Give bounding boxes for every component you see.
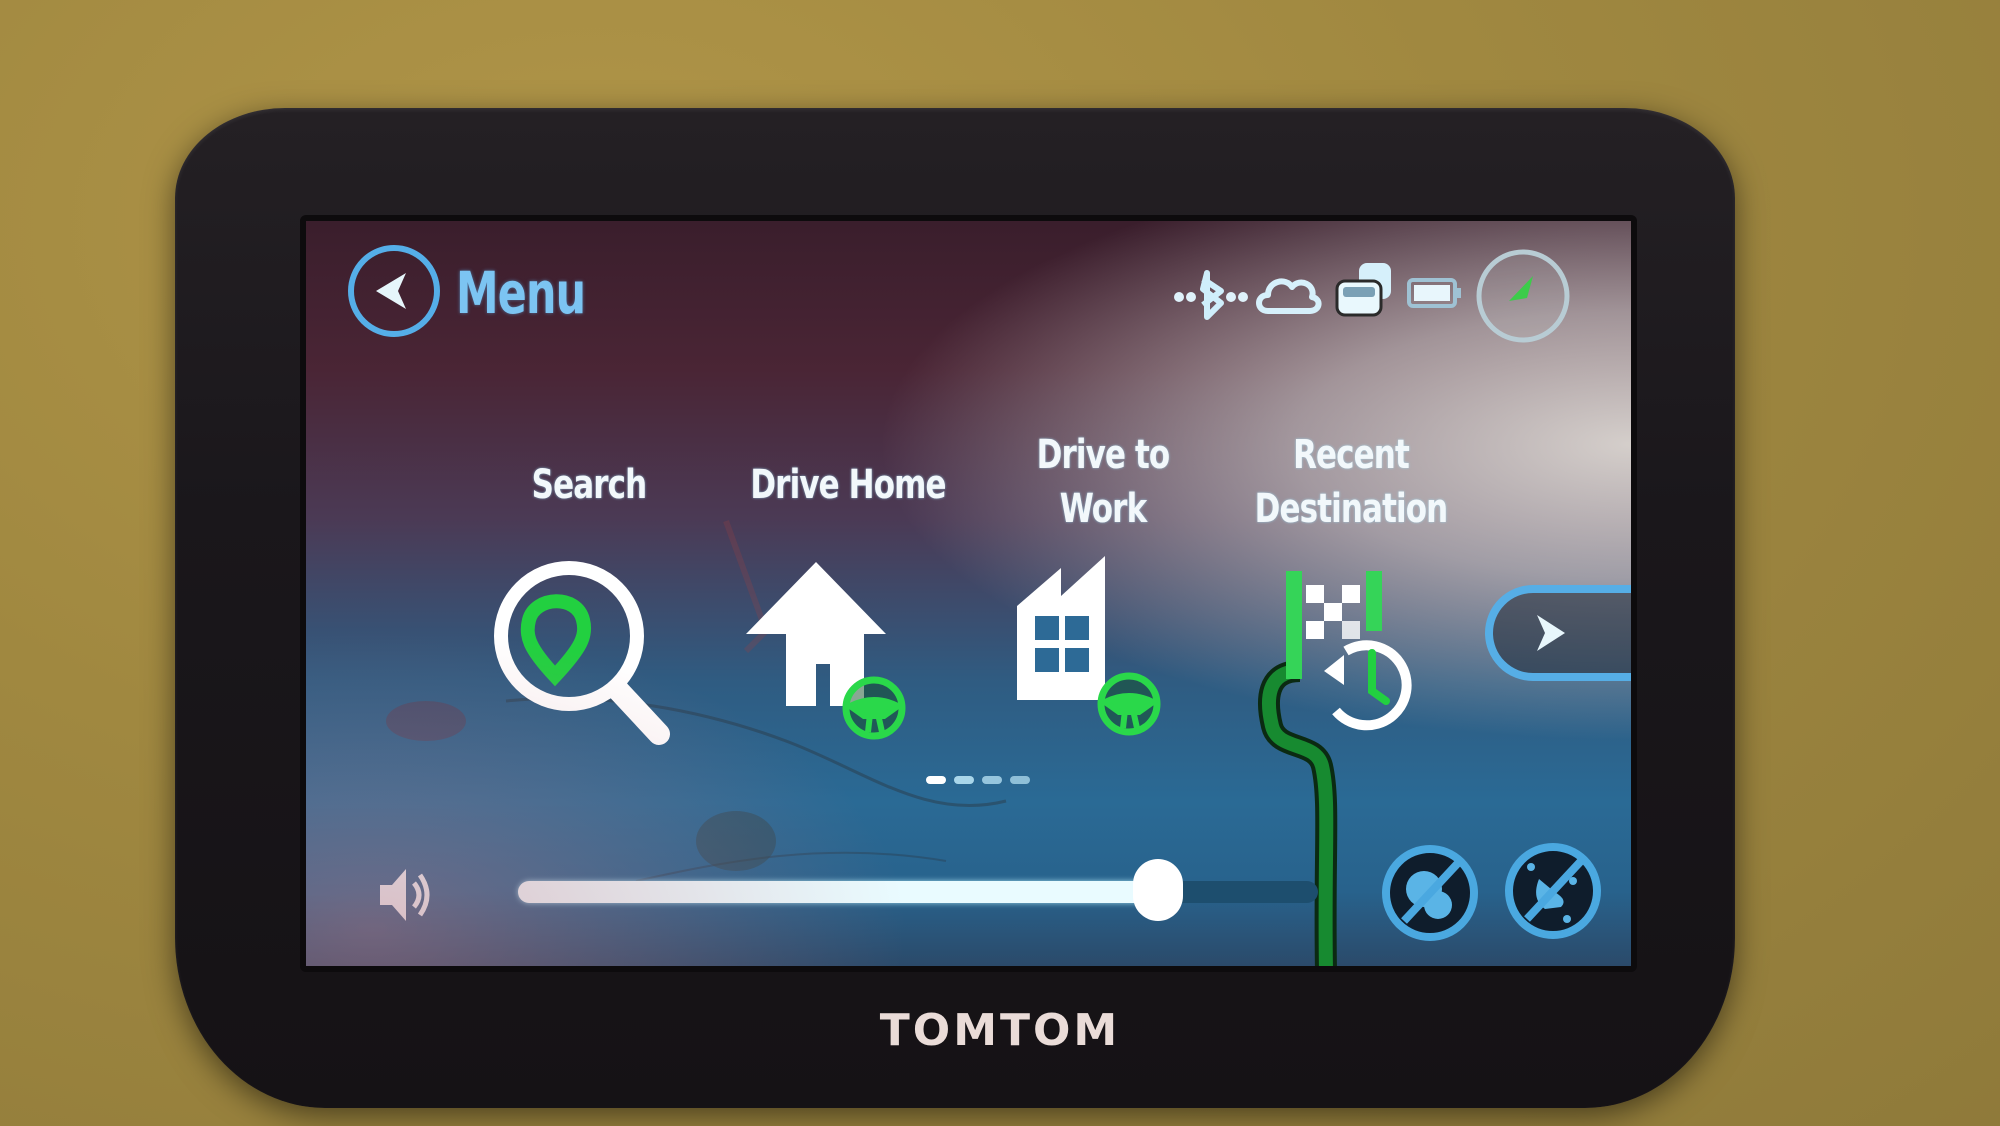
back-arrow-icon[interactable] xyxy=(346,241,446,341)
no-sound-button[interactable] xyxy=(1501,839,1605,943)
menu-title[interactable]: Menu xyxy=(456,259,586,327)
page-dot[interactable] xyxy=(1010,776,1030,784)
drive-to-work-button[interactable] xyxy=(1001,556,1201,756)
search-button[interactable] xyxy=(489,556,689,756)
bluetooth-icon xyxy=(1174,270,1248,320)
drive-to-work-label-2: Work xyxy=(1059,486,1147,532)
page-dot[interactable] xyxy=(954,776,974,784)
recent-destination-label-2: Destination xyxy=(1254,486,1449,532)
no-traffic-icon xyxy=(1382,845,1478,941)
volume-icon[interactable] xyxy=(376,861,436,931)
search-label: Search xyxy=(531,462,648,508)
page-indicator xyxy=(926,776,1036,786)
screen: Menu Search Drive Home Drive to Work Rec… xyxy=(300,215,1637,972)
page-dot[interactable] xyxy=(982,776,1002,784)
mute-voice-icon xyxy=(1505,843,1601,939)
drive-home-label: Drive Home xyxy=(750,462,946,508)
battery-icon xyxy=(1407,278,1461,308)
traffic-icon xyxy=(1335,263,1391,317)
volume-slider[interactable] xyxy=(518,859,1318,921)
home-drive-icon xyxy=(746,562,906,740)
work-drive-icon xyxy=(1017,556,1161,736)
drive-to-work-label-1: Drive to xyxy=(1036,432,1171,478)
next-page-button[interactable] xyxy=(1481,583,1631,683)
tomtom-logo: TOMTOM xyxy=(879,1005,1121,1056)
search-pin-icon xyxy=(494,561,670,745)
no-traffic-button[interactable] xyxy=(1378,841,1482,945)
volume-slider-knob[interactable] xyxy=(1133,859,1183,921)
volume-slider-fill xyxy=(518,881,1158,903)
drive-home-button[interactable] xyxy=(746,556,946,756)
recent-destination-label-1: Recent xyxy=(1293,432,1410,478)
cloud-icon xyxy=(1256,278,1322,314)
current-position-button[interactable] xyxy=(1471,243,1577,349)
page-dot-active[interactable] xyxy=(926,776,946,784)
